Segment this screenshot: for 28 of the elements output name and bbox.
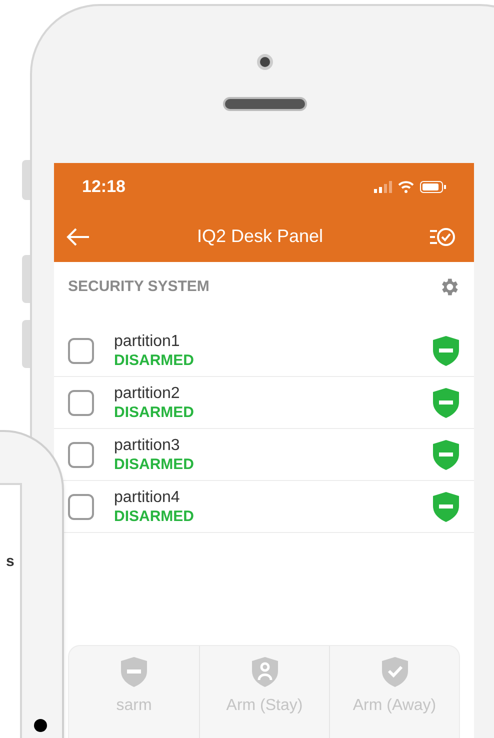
checkbox[interactable] bbox=[68, 390, 94, 416]
text-fragment: s bbox=[6, 552, 14, 572]
shield-minus-icon bbox=[432, 490, 460, 522]
partition-status: DISARMED bbox=[114, 454, 196, 474]
partition-name: partition2 bbox=[114, 384, 181, 402]
partition-name: partition1 bbox=[114, 332, 181, 350]
shield-minus-icon bbox=[432, 386, 460, 418]
checkbox[interactable] bbox=[68, 494, 94, 520]
shield-minus-icon bbox=[432, 438, 460, 470]
section-title: SECURITY SYSTEM bbox=[68, 276, 210, 297]
checkbox[interactable] bbox=[68, 442, 94, 468]
checkbox[interactable] bbox=[68, 338, 94, 364]
signal-icon bbox=[374, 181, 392, 193]
shield-minus-icon bbox=[120, 656, 148, 688]
wifi-icon bbox=[398, 181, 414, 193]
shield-check-icon bbox=[380, 656, 408, 688]
status-time: 12:18 bbox=[82, 176, 126, 198]
back-arrow-icon bbox=[66, 226, 90, 246]
screen-title: IQ2 Desk Panel bbox=[196, 225, 324, 248]
battery-icon bbox=[420, 181, 446, 193]
checklist-icon bbox=[429, 226, 455, 246]
partition-status: DISARMED bbox=[114, 402, 196, 422]
partition-status: DISARMED bbox=[114, 350, 196, 370]
partition-status: DISARMED bbox=[114, 506, 196, 526]
shield-person-icon bbox=[250, 656, 278, 688]
shield-minus-icon bbox=[432, 334, 460, 366]
partition-name: partition4 bbox=[114, 488, 181, 506]
partition-name: partition3 bbox=[114, 436, 181, 454]
